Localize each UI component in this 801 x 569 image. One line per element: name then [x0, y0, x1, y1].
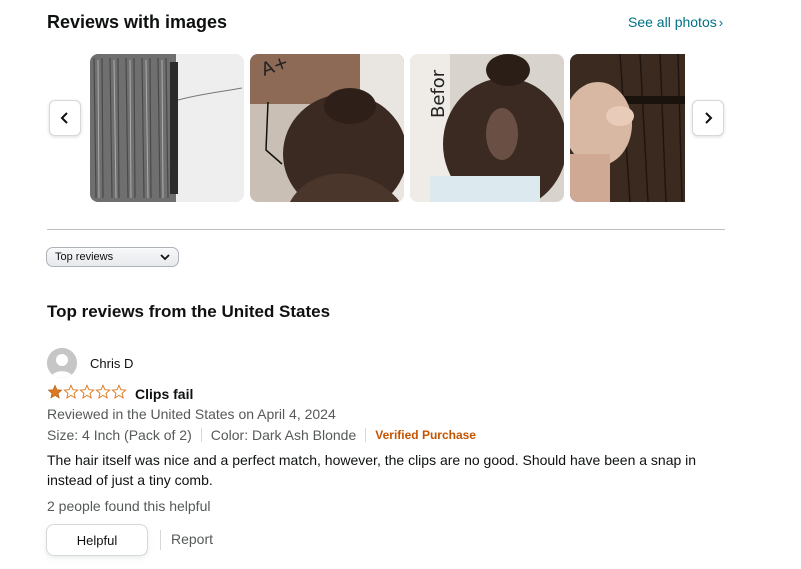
carousel-next-button[interactable] [692, 100, 724, 136]
review-image [90, 54, 244, 202]
report-link[interactable]: Report [171, 531, 213, 547]
variant-size[interactable]: Size: 4 Inch (Pack of 2) [47, 427, 192, 443]
chevron-down-icon [160, 254, 170, 261]
variant-color[interactable]: Color: Dark Ash Blonde [211, 427, 357, 443]
helpful-button[interactable]: Helpful [46, 524, 148, 556]
avatar [47, 348, 77, 378]
sort-reviews-dropdown[interactable]: Top reviews [46, 247, 179, 267]
star-filled-icon [47, 384, 63, 399]
reviewer-name[interactable]: Chris D [90, 356, 133, 371]
review-image-thumbnail[interactable]: A+ [250, 54, 404, 202]
review-variant-info: Size: 4 Inch (Pack of 2) Color: Dark Ash… [47, 427, 476, 443]
review-image-thumbnail[interactable]: Befor [410, 54, 564, 202]
review-title[interactable]: Clips fail [135, 386, 193, 402]
see-all-photos-label: See all photos [628, 14, 717, 30]
review-image: A+ [250, 54, 404, 202]
review-body: The hair itself was nice and a perfect m… [47, 452, 697, 488]
star-empty-icon [63, 384, 79, 399]
review-date: Reviewed in the United States on April 4… [47, 406, 336, 422]
meta-divider [365, 428, 367, 442]
verified-purchase-badge[interactable]: Verified Purchase [375, 428, 476, 442]
review-image-thumbnail[interactable] [90, 54, 244, 202]
section-divider [47, 229, 725, 230]
star-empty-icon [95, 384, 111, 399]
star-empty-icon [79, 384, 95, 399]
review-image-thumbnail[interactable] [570, 54, 685, 202]
svg-text:Befor: Befor [428, 69, 449, 118]
review-image: Befor [410, 54, 564, 202]
chevron-right-icon: › [718, 15, 724, 30]
see-all-photos-link[interactable]: See all photos › [628, 14, 723, 30]
helpful-button-label: Helpful [76, 532, 118, 548]
star-rating[interactable] [47, 384, 127, 400]
action-divider [160, 530, 161, 550]
star-empty-icon [111, 384, 127, 399]
top-reviews-heading: Top reviews from the United States [47, 302, 331, 321]
sort-selected-value: Top reviews [55, 251, 114, 263]
carousel-prev-button[interactable] [49, 100, 81, 136]
chevron-left-icon [60, 112, 68, 124]
chevron-right-icon [705, 112, 713, 124]
user-icon [47, 348, 77, 378]
reviews-with-images-title: Reviews with images [47, 12, 228, 32]
review-image [570, 54, 685, 202]
meta-divider [200, 428, 202, 442]
helpful-count: 2 people found this helpful [47, 498, 211, 514]
